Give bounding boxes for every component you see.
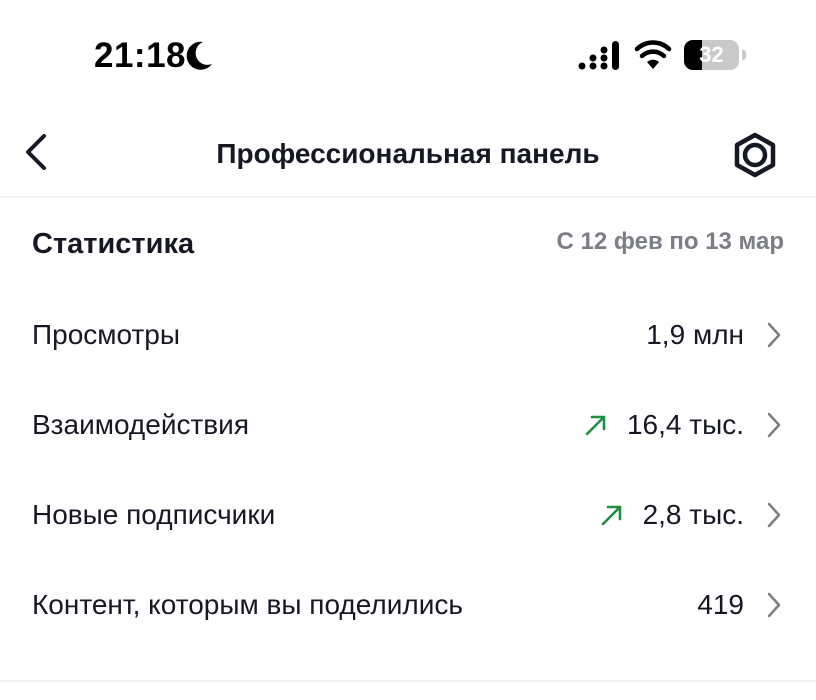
chevron-right-icon: [767, 502, 781, 528]
stat-value: 419: [697, 589, 744, 620]
battery-icon: 32: [684, 40, 748, 70]
chevron-right-icon: [767, 412, 781, 438]
stat-row-shared-content[interactable]: Контент, которым вы поделились 419: [0, 560, 816, 650]
stat-label: Контент, которым вы поделились: [32, 589, 463, 620]
nav-bar: Профессиональная панель: [0, 110, 816, 198]
trend-up-icon: [601, 505, 621, 526]
stat-row-engagements[interactable]: Взаимодействия 16,4 тыс.: [0, 380, 816, 470]
stat-row-views[interactable]: Просмотры 1,9 млн: [0, 290, 816, 380]
stats-header: Статистика С 12 фев по 13 мар: [0, 198, 816, 290]
wifi-icon: [634, 40, 672, 69]
moon-icon: [186, 41, 212, 70]
stat-label: Новые подписчики: [32, 499, 276, 530]
stat-label: Взаимодействия: [32, 409, 249, 440]
trend-up-icon: [585, 415, 606, 436]
status-bar: 21:18 32: [0, 0, 816, 110]
stat-right: 2,8 тыс.: [599, 470, 782, 560]
stat-value: 1,9 млн: [646, 319, 744, 350]
page-title: Профессиональная панель: [216, 138, 600, 169]
status-time: 21:18: [94, 36, 187, 75]
stat-right: 1,9 млн: [646, 290, 782, 380]
stat-label: Просмотры: [32, 319, 180, 350]
stat-row-new-followers[interactable]: Новые подписчики 2,8 тыс.: [0, 470, 816, 560]
stat-value: 16,4 тыс.: [626, 409, 744, 440]
chevron-right-icon: [767, 322, 781, 348]
chevron-right-icon: [767, 592, 781, 618]
battery-tip: [742, 50, 746, 60]
date-range[interactable]: С 12 фев по 13 мар: [557, 226, 784, 258]
stat-right: 16,4 тыс.: [583, 380, 782, 470]
stat-right: 419: [697, 560, 782, 650]
stat-value: 2,8 тыс.: [642, 499, 744, 530]
signal-icon: [578, 41, 619, 70]
gear-icon[interactable]: [730, 132, 780, 178]
battery-body: 32: [684, 40, 739, 70]
stats-title: Статистика: [32, 228, 195, 260]
section-divider: [0, 680, 816, 682]
battery-level: 32: [699, 42, 724, 67]
